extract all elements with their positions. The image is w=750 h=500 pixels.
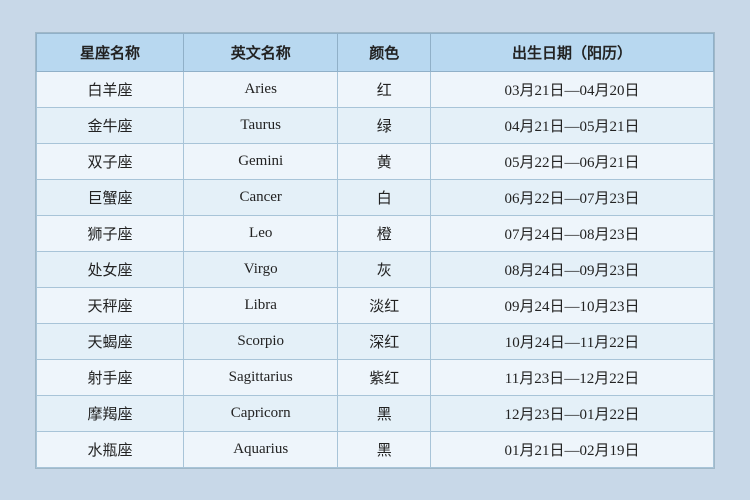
cell-r1-c1: Taurus bbox=[183, 107, 337, 143]
cell-r8-c0: 射手座 bbox=[37, 359, 184, 395]
cell-r4-c2: 橙 bbox=[338, 215, 431, 251]
table-header-row: 星座名称英文名称颜色出生日期（阳历） bbox=[37, 33, 714, 71]
cell-r5-c3: 08月24日—09月23日 bbox=[430, 251, 713, 287]
cell-r6-c0: 天秤座 bbox=[37, 287, 184, 323]
cell-r2-c3: 05月22日—06月21日 bbox=[430, 143, 713, 179]
cell-r8-c3: 11月23日—12月22日 bbox=[430, 359, 713, 395]
cell-r8-c2: 紫红 bbox=[338, 359, 431, 395]
cell-r10-c0: 水瓶座 bbox=[37, 431, 184, 467]
cell-r1-c3: 04月21日—05月21日 bbox=[430, 107, 713, 143]
table-row: 狮子座Leo橙07月24日—08月23日 bbox=[37, 215, 714, 251]
cell-r6-c2: 淡红 bbox=[338, 287, 431, 323]
column-header: 星座名称 bbox=[37, 33, 184, 71]
cell-r2-c0: 双子座 bbox=[37, 143, 184, 179]
cell-r3-c0: 巨蟹座 bbox=[37, 179, 184, 215]
table-row: 水瓶座Aquarius黑01月21日—02月19日 bbox=[37, 431, 714, 467]
cell-r9-c0: 摩羯座 bbox=[37, 395, 184, 431]
cell-r1-c2: 绿 bbox=[338, 107, 431, 143]
zodiac-table: 星座名称英文名称颜色出生日期（阳历） 白羊座Aries红03月21日—04月20… bbox=[36, 33, 714, 468]
table-row: 处女座Virgo灰08月24日—09月23日 bbox=[37, 251, 714, 287]
cell-r4-c3: 07月24日—08月23日 bbox=[430, 215, 713, 251]
table-row: 白羊座Aries红03月21日—04月20日 bbox=[37, 71, 714, 107]
table-row: 射手座Sagittarius紫红11月23日—12月22日 bbox=[37, 359, 714, 395]
table-row: 巨蟹座Cancer白06月22日—07月23日 bbox=[37, 179, 714, 215]
cell-r6-c1: Libra bbox=[183, 287, 337, 323]
cell-r10-c3: 01月21日—02月19日 bbox=[430, 431, 713, 467]
cell-r3-c1: Cancer bbox=[183, 179, 337, 215]
cell-r7-c3: 10月24日—11月22日 bbox=[430, 323, 713, 359]
cell-r7-c2: 深红 bbox=[338, 323, 431, 359]
cell-r0-c2: 红 bbox=[338, 71, 431, 107]
cell-r4-c1: Leo bbox=[183, 215, 337, 251]
cell-r5-c0: 处女座 bbox=[37, 251, 184, 287]
table-row: 金牛座Taurus绿04月21日—05月21日 bbox=[37, 107, 714, 143]
cell-r9-c3: 12月23日—01月22日 bbox=[430, 395, 713, 431]
cell-r5-c2: 灰 bbox=[338, 251, 431, 287]
cell-r2-c1: Gemini bbox=[183, 143, 337, 179]
table-row: 天秤座Libra淡红09月24日—10月23日 bbox=[37, 287, 714, 323]
table-row: 天蝎座Scorpio深红10月24日—11月22日 bbox=[37, 323, 714, 359]
column-header: 英文名称 bbox=[183, 33, 337, 71]
cell-r9-c2: 黑 bbox=[338, 395, 431, 431]
cell-r0-c0: 白羊座 bbox=[37, 71, 184, 107]
cell-r8-c1: Sagittarius bbox=[183, 359, 337, 395]
cell-r1-c0: 金牛座 bbox=[37, 107, 184, 143]
cell-r6-c3: 09月24日—10月23日 bbox=[430, 287, 713, 323]
cell-r0-c1: Aries bbox=[183, 71, 337, 107]
column-header: 颜色 bbox=[338, 33, 431, 71]
cell-r3-c2: 白 bbox=[338, 179, 431, 215]
cell-r4-c0: 狮子座 bbox=[37, 215, 184, 251]
cell-r0-c3: 03月21日—04月20日 bbox=[430, 71, 713, 107]
zodiac-table-container: 星座名称英文名称颜色出生日期（阳历） 白羊座Aries红03月21日—04月20… bbox=[35, 32, 715, 469]
column-header: 出生日期（阳历） bbox=[430, 33, 713, 71]
table-row: 摩羯座Capricorn黑12月23日—01月22日 bbox=[37, 395, 714, 431]
cell-r9-c1: Capricorn bbox=[183, 395, 337, 431]
cell-r10-c1: Aquarius bbox=[183, 431, 337, 467]
table-body: 白羊座Aries红03月21日—04月20日金牛座Taurus绿04月21日—0… bbox=[37, 71, 714, 467]
cell-r10-c2: 黑 bbox=[338, 431, 431, 467]
cell-r7-c1: Scorpio bbox=[183, 323, 337, 359]
cell-r5-c1: Virgo bbox=[183, 251, 337, 287]
cell-r3-c3: 06月22日—07月23日 bbox=[430, 179, 713, 215]
cell-r2-c2: 黄 bbox=[338, 143, 431, 179]
cell-r7-c0: 天蝎座 bbox=[37, 323, 184, 359]
table-row: 双子座Gemini黄05月22日—06月21日 bbox=[37, 143, 714, 179]
